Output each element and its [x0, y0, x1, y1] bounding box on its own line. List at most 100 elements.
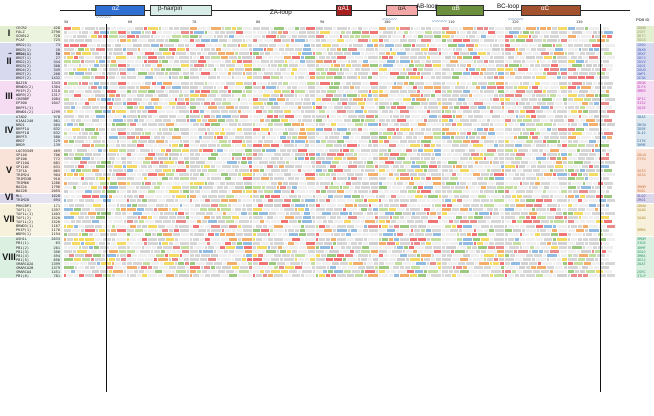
- residue-block: [131, 181, 141, 185]
- residue-block: [354, 89, 357, 93]
- residue-block: [190, 26, 197, 30]
- residue-block: [208, 64, 214, 68]
- residue-block: [64, 216, 74, 220]
- residue-block: [555, 101, 563, 105]
- residue-block: [589, 139, 596, 143]
- residue-block: [291, 38, 294, 42]
- residue-block: [114, 48, 122, 51]
- residue-block: [516, 101, 518, 105]
- residue-block: [165, 254, 168, 258]
- residue-block: [369, 177, 378, 181]
- residue-block: [295, 157, 297, 161]
- residue-block: [241, 161, 247, 165]
- residue-block: [382, 56, 388, 60]
- residue-block: [471, 189, 479, 193]
- residue-block: [64, 115, 74, 119]
- residue-block: [573, 189, 578, 193]
- residue-block: [215, 64, 219, 68]
- residue-block: [347, 208, 357, 212]
- residue-block: [306, 241, 315, 245]
- residue-block: [514, 85, 517, 89]
- residue-block: [197, 52, 201, 56]
- residue-start: 1194: [51, 232, 60, 237]
- residue-block: [557, 237, 567, 241]
- residue-block: [211, 237, 220, 241]
- residue-block: [455, 149, 465, 153]
- residue-block: [409, 131, 414, 135]
- residue-block: [321, 189, 326, 193]
- residue-block: [222, 177, 224, 181]
- residue-block: [505, 97, 510, 101]
- residue-block: [442, 89, 446, 93]
- residue-block: [279, 48, 284, 51]
- residue-block: [371, 185, 378, 189]
- residue-block: [558, 241, 567, 245]
- residue-block: [526, 123, 535, 127]
- residue-block: [403, 97, 411, 101]
- residue-block: [82, 270, 91, 274]
- residue-block: [348, 127, 350, 131]
- residue-block: [182, 135, 189, 139]
- residue-block: [253, 270, 259, 274]
- residue-block: [407, 169, 414, 173]
- residue-block: [300, 26, 305, 30]
- residue-block: [304, 97, 310, 101]
- residue-block: [343, 143, 346, 147]
- residue-block: [478, 246, 487, 250]
- residue-block: [494, 76, 498, 80]
- residue-block: [172, 106, 175, 110]
- residue-block: [64, 101, 74, 105]
- residue-block: [414, 26, 420, 30]
- residue-block: [215, 181, 219, 185]
- residue-block: [151, 250, 153, 254]
- residue-block: [551, 131, 558, 135]
- residue-block: [93, 38, 101, 42]
- residue-block: [305, 143, 309, 147]
- residue-block: [563, 212, 567, 216]
- residue-block: [536, 237, 543, 241]
- residue-block: [193, 110, 199, 114]
- residue-block: [342, 115, 347, 119]
- residue-block: [166, 250, 171, 254]
- residue-block: [71, 106, 75, 110]
- residue-block: [494, 93, 498, 97]
- residue-block: [603, 127, 609, 131]
- residue-block: [166, 135, 171, 139]
- residue-block: [550, 143, 556, 147]
- residue-block: [568, 68, 576, 72]
- residue-block: [582, 165, 588, 169]
- residue-block: [117, 89, 119, 93]
- residue-block: [347, 157, 357, 161]
- residue-block: [446, 64, 456, 68]
- residue-block: [326, 258, 333, 262]
- residue-block: [142, 110, 147, 114]
- residue-block: [301, 110, 304, 114]
- residue-block: [463, 101, 467, 105]
- residue-block: [69, 189, 74, 193]
- residue-block: [324, 127, 332, 131]
- residue-block: [411, 26, 413, 30]
- residue-block: [387, 228, 395, 232]
- residue-block: [311, 262, 315, 266]
- residue-block: [340, 262, 348, 266]
- residue-block: [277, 250, 279, 254]
- residue-block: [256, 123, 262, 127]
- residue-block: [561, 189, 567, 193]
- residue-block: [266, 185, 276, 189]
- residue-block: [428, 106, 438, 110]
- residue-block: [286, 161, 289, 165]
- residue-block: [550, 85, 559, 89]
- residue-block: [455, 250, 465, 254]
- residue-block: [538, 43, 541, 47]
- residue-block: [323, 270, 327, 274]
- residue-block: [505, 81, 508, 85]
- residue-block: [476, 85, 480, 89]
- residue-block: [109, 157, 115, 161]
- residue-block: [316, 262, 321, 266]
- residue-block: [582, 48, 588, 51]
- residue-block: [393, 216, 399, 220]
- residue-block: [253, 258, 262, 262]
- residue-block: [229, 135, 234, 139]
- residue-block: [559, 64, 567, 68]
- residue-block: [407, 119, 414, 123]
